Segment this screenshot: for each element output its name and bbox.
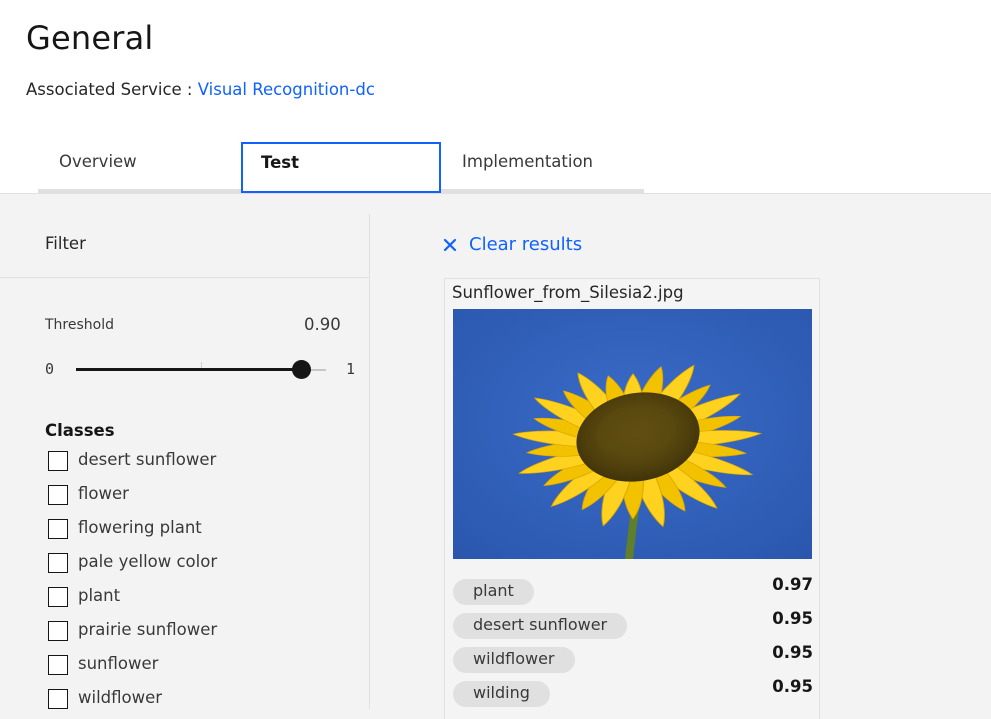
class-item[interactable]: flower <box>48 484 217 518</box>
slider-thumb[interactable] <box>292 360 311 379</box>
class-checkbox[interactable] <box>48 451 68 471</box>
class-label: flower <box>78 484 129 503</box>
result-score: 0.95 <box>772 643 813 662</box>
class-checkbox[interactable] <box>48 689 68 709</box>
result-card: Sunflower_from_Silesia2.jpg plant 0.97 d… <box>444 278 820 719</box>
class-label: plant <box>78 586 121 605</box>
result-row: plant 0.97 <box>453 575 813 605</box>
tab-implementation-label: Implementation <box>462 152 594 171</box>
result-row: desert sunflower 0.95 <box>453 609 813 639</box>
tab-overview[interactable]: Overview <box>38 142 241 193</box>
class-checkbox[interactable] <box>48 587 68 607</box>
clear-results-button[interactable]: Clear results <box>442 234 582 255</box>
class-checkbox[interactable] <box>48 553 68 573</box>
result-tag: desert sunflower <box>453 613 628 639</box>
class-label: sunflower <box>78 654 159 673</box>
result-score: 0.95 <box>772 677 813 696</box>
classes-title: Classes <box>45 421 115 440</box>
result-filename: Sunflower_from_Silesia2.jpg <box>452 283 684 302</box>
result-score: 0.97 <box>772 575 813 594</box>
threshold-label: Threshold <box>45 317 114 333</box>
class-label: wildflower <box>78 688 163 707</box>
close-icon <box>443 238 457 251</box>
filter-panel: Filter Threshold 0.90 0 1 Classes desert… <box>0 214 370 709</box>
slider-min-label: 0 <box>45 360 55 378</box>
tab-overview-label: Overview <box>59 152 137 171</box>
result-tag: wildflower <box>453 647 575 673</box>
class-checkbox[interactable] <box>48 655 68 675</box>
class-label: pale yellow color <box>78 552 218 571</box>
threshold-slider[interactable] <box>76 360 326 379</box>
threshold-value: 0.90 <box>304 315 341 334</box>
class-item[interactable]: pale yellow color <box>48 552 217 586</box>
page-title: General <box>26 19 154 57</box>
class-list: desert sunflower flower flowering plant … <box>48 450 217 719</box>
class-item[interactable]: wildflower <box>48 688 217 719</box>
associated-service: Associated Service : Visual Recognition-… <box>26 80 375 99</box>
test-content: Filter Threshold 0.90 0 1 Classes desert… <box>0 193 991 719</box>
associated-service-label: Associated Service : <box>26 80 198 99</box>
tab-implementation[interactable]: Implementation <box>441 142 644 193</box>
result-row: wildflower 0.95 <box>453 643 813 673</box>
class-label: prairie sunflower <box>78 620 218 639</box>
result-score: 0.95 <box>772 609 813 628</box>
class-checkbox[interactable] <box>48 621 68 641</box>
result-tag: wilding <box>453 681 550 707</box>
result-row: wilding 0.95 <box>453 677 813 707</box>
class-checkbox[interactable] <box>48 519 68 539</box>
slider-max-label: 1 <box>346 360 356 378</box>
class-label: flowering plant <box>78 518 202 537</box>
associated-service-link[interactable]: Visual Recognition-dc <box>198 80 375 99</box>
filter-title: Filter <box>45 234 86 253</box>
filter-header: Filter <box>0 214 370 278</box>
tab-test[interactable]: Test <box>241 142 441 193</box>
class-item[interactable]: prairie sunflower <box>48 620 217 654</box>
class-item[interactable]: desert sunflower <box>48 450 217 484</box>
class-item[interactable]: plant <box>48 586 217 620</box>
clear-results-label: Clear results <box>469 234 583 255</box>
result-tag: plant <box>453 579 534 605</box>
class-checkbox[interactable] <box>48 485 68 505</box>
sunflower-image <box>453 309 812 559</box>
class-item[interactable]: flowering plant <box>48 518 217 552</box>
tab-test-label: Test <box>261 153 299 172</box>
slider-fill <box>76 368 301 371</box>
tab-bar: Overview Test Implementation <box>38 142 644 193</box>
class-item[interactable]: sunflower <box>48 654 217 688</box>
class-label: desert sunflower <box>78 450 217 469</box>
